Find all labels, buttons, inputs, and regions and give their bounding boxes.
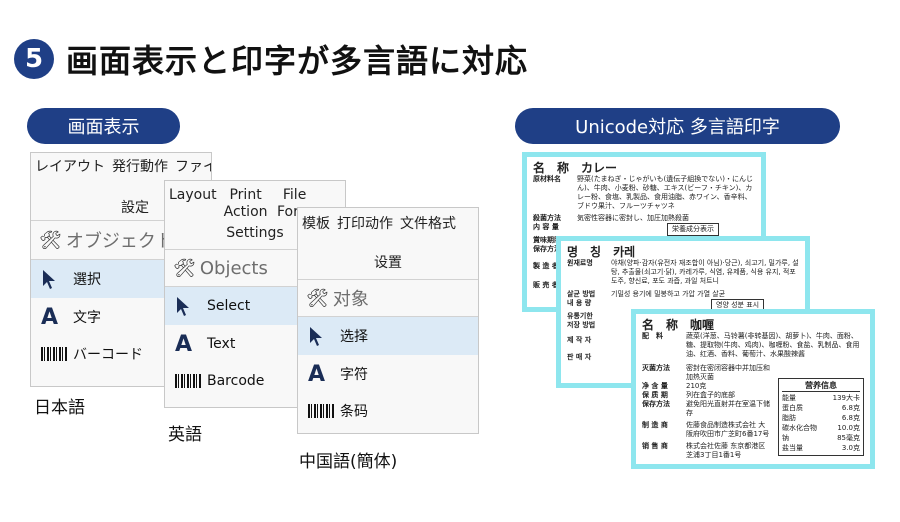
menu-bar: 模板 打印动作 文件格式 (298, 208, 478, 233)
nutrition-table: 营养信息 能量 139大卡 蛋白质 6.8克 脂肪 6.8克 碳水化合物 10.0克 钠… (778, 378, 864, 456)
multilingual-printing-pill: Unicode対応 多言語印字 (515, 108, 840, 144)
slide-title: 5 画面表示と印字が多言語に対応 (14, 36, 528, 82)
label-row: 制 造 商佐藤食品制造株式会社 大阪府吹田市广芝町6番17号 (642, 421, 770, 438)
nutrition-row: 能量 139大卡 (782, 394, 860, 402)
nutrition-box: 栄養成分表示 (667, 223, 719, 236)
text-tool[interactable]: A 字符 (298, 355, 478, 393)
menu-layout[interactable]: Layout (169, 187, 217, 221)
nutrition-row: 碳水化合物 10.0克 (782, 424, 860, 432)
objects-section: 🛠 对象 (298, 280, 478, 316)
text-label: 文字 (73, 310, 101, 326)
label-row: 净 含 量 210克 (642, 382, 707, 390)
select-label: Select (207, 298, 251, 314)
label-row: 살균 방법 기밀성 용기에 밀봉하고 가압 가열 살균 (567, 290, 726, 298)
chinese-ui-panel: 模板 打印动作 文件格式 设置 🛠 对象 选择 A 字符 条码 (297, 207, 479, 434)
cursor-arrow-icon (175, 296, 207, 316)
nutrition-row: 脂肪 6.8克 (782, 414, 860, 422)
barcode-tool[interactable]: 条码 (298, 393, 478, 429)
section-label: オブジェクト (65, 231, 174, 252)
tools-icon: 🛠 (173, 257, 196, 279)
cursor-arrow-icon (41, 269, 73, 289)
text-a-icon: A (175, 331, 193, 357)
nutrition-row: 蛋白质 6.8克 (782, 404, 860, 412)
caption-english: 英語 (168, 425, 202, 445)
label-row: 保 质 期列在盒子的底部 (642, 391, 735, 399)
display-language-pill: 画面表示 (27, 108, 180, 144)
barcode-label: バーコード (73, 347, 143, 363)
section-label: Objects (199, 257, 268, 279)
cursor-arrow-icon (308, 326, 340, 346)
chinese-food-label: 名 称 咖喱 配 料蔬菜(洋葱、马铃薯(非转基因)、胡萝卜)、牛肉、面粉、糖、提… (631, 309, 875, 469)
title-text: 画面表示と印字が多言語に対応 (66, 42, 529, 80)
label-title: 名 称 カレー (533, 161, 618, 175)
nutrition-row: 盐当量 3.0克 (782, 444, 860, 452)
menu-layout[interactable]: 模板 (302, 216, 330, 233)
caption-chinese: 中国語(簡体) (299, 452, 398, 472)
group-settings: 设置 (374, 255, 402, 271)
text-a-icon: A (308, 361, 326, 387)
barcode-icon (41, 347, 73, 361)
label-title: 名 称 咖喱 (642, 318, 715, 332)
caption-japanese: 日本語 (34, 398, 85, 418)
barcode-label: 条码 (340, 404, 368, 420)
section-number-badge: 5 (14, 39, 54, 79)
label-row: 灭菌方法 密封在密闭容器中并加压和加热灭菌 (642, 364, 770, 381)
select-tool[interactable]: 选择 (298, 317, 478, 355)
text-label: Text (207, 336, 236, 352)
label-row: 保存方法 避免阳光直射并在室温下储存 (642, 400, 770, 417)
nutrition-title: 营养信息 (782, 381, 860, 392)
label-title: 명 칭 카레 (567, 245, 636, 259)
select-label: 選択 (73, 272, 101, 288)
menu-layout[interactable]: レイアウト (35, 159, 105, 176)
label-row: 销 售 商株式会社佐藤 东京都港区芝浦3丁目1番1号 (642, 442, 766, 459)
tools-icon: 🛠 (39, 229, 62, 251)
menu-bar: レイアウト 発行動作 ファイル形 (31, 153, 211, 176)
nutrition-row: 钠 85毫克 (782, 434, 860, 442)
menu-print-action[interactable]: 打印动作 (337, 216, 393, 233)
label-row: 殺菌方法 気密性容器に密封し、加圧加熱殺菌 (533, 214, 689, 222)
label-row: 원재료명 야채(양파·감자(유전자 재조합이 아님)·당근), 쇠고기, 밀가루,… (567, 259, 799, 285)
section-label: 对象 (332, 289, 369, 310)
select-label: 选择 (340, 329, 368, 345)
label-row: 原材料名 野菜(たまねぎ・じゃがいも(遺伝子組換でない)・にんじん)、牛肉、小麦粉… (533, 175, 753, 210)
label-row: 内 容 量栄養成分表示 (533, 223, 755, 236)
barcode-icon (308, 404, 340, 418)
barcode-label: Barcode (207, 373, 265, 389)
menu-file-format[interactable]: ファイル形 (175, 159, 211, 176)
barcode-icon (175, 374, 207, 388)
text-a-icon: A (41, 304, 59, 330)
menu-print-action[interactable]: 発行動作 (112, 159, 168, 176)
text-label: 字符 (340, 367, 368, 383)
tools-icon: 🛠 (306, 287, 329, 309)
label-row: 配 料蔬菜(洋葱、马铃薯(非转基因)、胡萝卜)、牛肉、面粉、糖、提取物(牛肉、鸡… (642, 332, 860, 358)
menu-file-format[interactable]: 文件格式 (400, 216, 456, 233)
menu-print-action[interactable]: Print Action (224, 187, 268, 221)
